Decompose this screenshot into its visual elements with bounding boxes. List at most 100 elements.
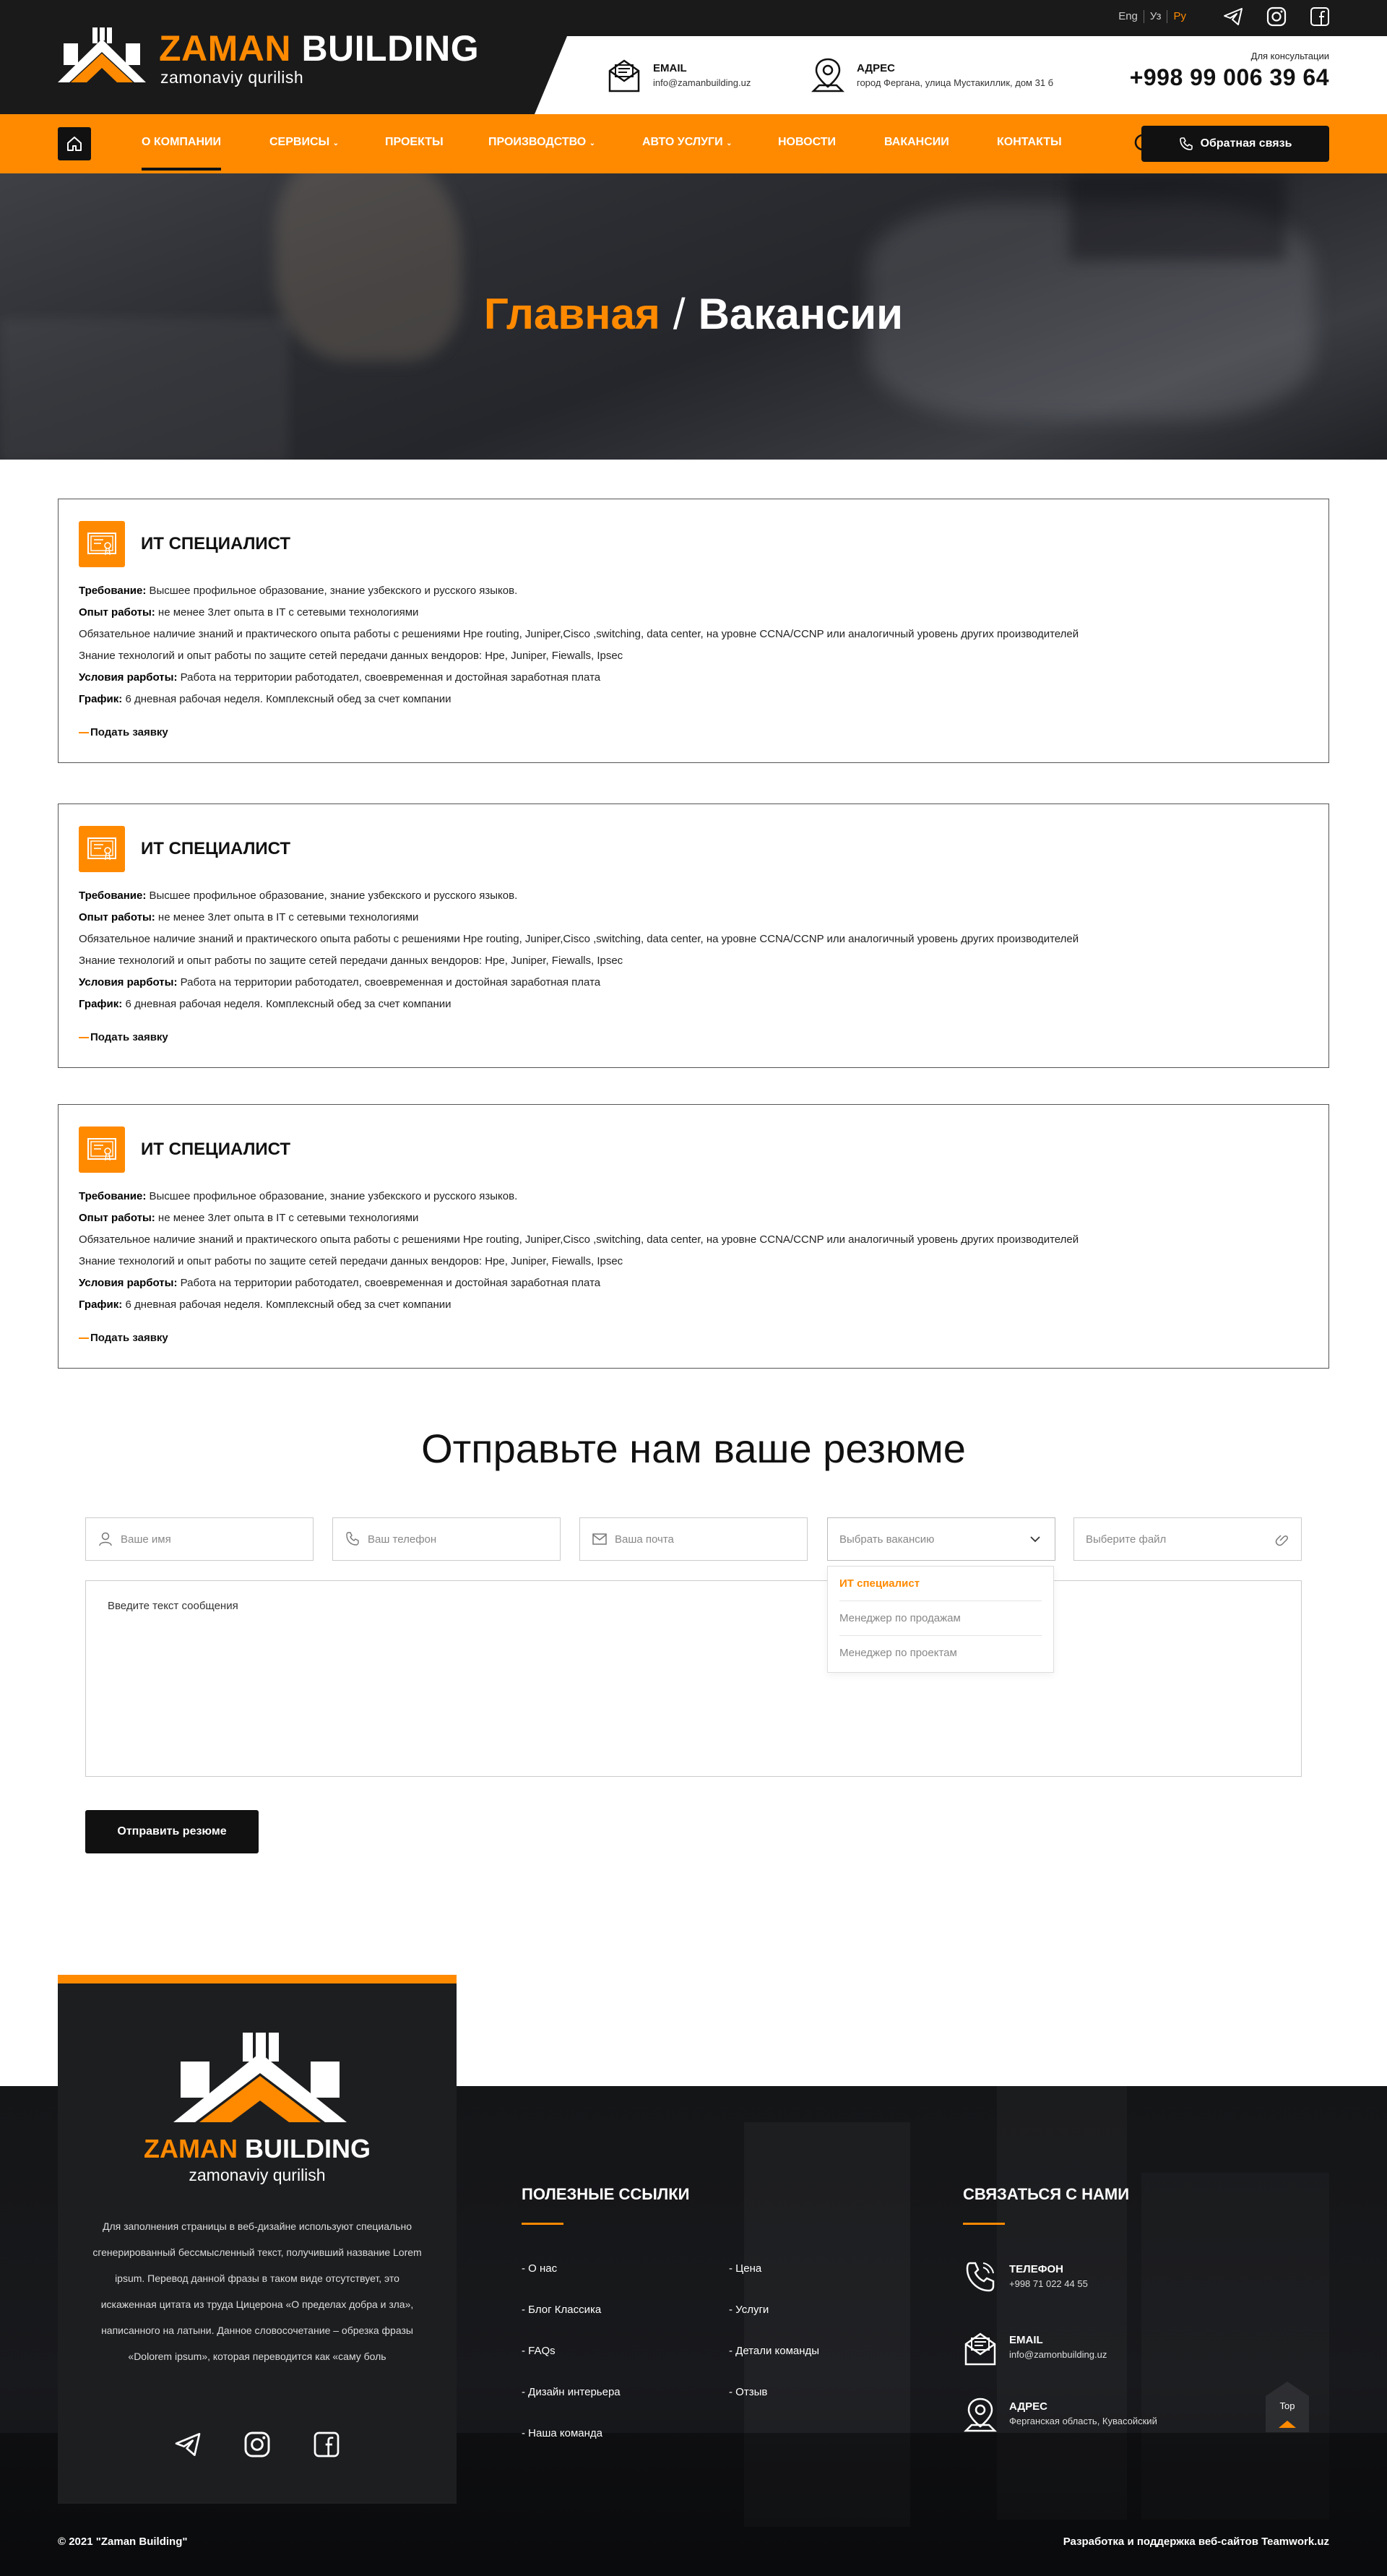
contact-value[interactable]: +998 71 022 44 55 [1009,2278,1088,2289]
developer-credit[interactable]: Разработка и поддержка веб-сайтов Teamwo… [1063,2536,1329,2548]
footer-link[interactable]: - Дизайн интерьера [522,2386,621,2398]
nav-item-about[interactable]: О компании [142,136,222,171]
vacancy-line: График: 6 дневная рабочая неделя. Компле… [79,693,451,705]
phone-field[interactable]: Ваш телефон [332,1517,561,1561]
name-placeholder: Ваше имя [121,1533,171,1546]
vacancy-select-value: Выбрать вакансию [839,1533,935,1546]
top-label: Top [1279,2400,1295,2411]
footer-link[interactable]: - Цена [729,2262,761,2275]
vacancy-icon-box [79,826,125,872]
submit-resume-button[interactable]: Отправить резюме [85,1810,259,1853]
instagram-icon[interactable] [243,2430,272,2459]
email-field[interactable]: Ваша почта [579,1517,808,1561]
certificate-icon [87,533,116,556]
footer-link[interactable]: - Наша команда [522,2427,602,2439]
vacancy-line: Обязательное наличие знаний и практическ… [79,628,1079,640]
breadcrumb-current: Вакансии [698,290,904,338]
footer-link[interactable]: - Блог Классика [522,2304,601,2316]
nav-item-production[interactable]: Производство ⌄ [488,136,595,149]
breadcrumb-home[interactable]: Главная [484,290,660,338]
nav-item-auto-services[interactable]: Авто услуги ⌄ [642,136,732,149]
dropdown-option[interactable]: ИТ специалист [839,1567,1042,1601]
contact-us-title: Связаться с нами [963,2185,1130,2203]
vacancy-line: Знание технологий и опыт работы по защит… [79,650,623,662]
name-field[interactable]: Ваше имя [85,1517,314,1561]
lang-ru[interactable]: Ру [1167,10,1192,23]
email-label: EMAIL [653,62,687,74]
address-label: АДРЕС [857,62,895,74]
mail-icon [592,1533,607,1545]
vacancy-card: ИТ СПЕЦИАЛИСТ Требование: Высшее профиль… [58,499,1329,763]
vacancy-card: ИТ СПЕЦИАЛИСТ Требование: Высшее профиль… [58,1104,1329,1369]
vacancy-title: ИТ СПЕЦИАЛИСТ [141,534,291,553]
header-address: АДРЕС город Фергана, улица Мустакиллик, … [811,56,1053,94]
vacancy-line: Условия рарботы: Работа на территории ра… [79,976,601,988]
contact-label: АДРЕС [1009,2400,1047,2413]
vacancy-line: График: 6 дневная рабочая неделя. Компле… [79,998,451,1010]
footer-about-card: ZAMAN BUILDING zamonaviy qurilish Для за… [58,1975,457,2504]
vacancy-details: Требование: Высшее профильное образовани… [79,1186,1079,1316]
footer-description: Для заполнения страницы в веб-дизайне ис… [92,2220,422,2362]
apply-link[interactable]: Подать заявку [79,1332,168,1344]
lang-eng[interactable]: Eng [1112,10,1144,23]
message-placeholder: Введите текст сообщения [108,1600,238,1612]
vacancy-icon-box [79,521,125,567]
footer-link[interactable]: - Услуги [729,2304,769,2316]
vacancy-details: Требование: Высшее профильное образовани… [79,580,1079,710]
hero-banner: Главная / Вакансии [0,173,1387,460]
vacancy-line: График: 6 дневная рабочая неделя. Компле… [79,1298,451,1311]
logo[interactable]: ZAMAN BUILDING zamonaviy qurilish [58,27,535,88]
breadcrumb: Главная / Вакансии [0,289,1387,339]
vacancy-title: ИТ СПЕЦИАЛИСТ [141,1140,291,1159]
contact-us-underline [963,2223,1005,2225]
footer-link[interactable]: - Детали команды [729,2345,819,2357]
header-phone[interactable]: Для консультации +998 99 006 39 64 [1130,51,1329,91]
apply-link[interactable]: Подать заявку [79,726,168,738]
vacancy-line: Требование: Высшее профильное образовани… [79,1190,518,1202]
instagram-icon[interactable] [1266,6,1287,27]
certificate-icon [87,837,116,861]
telegram-icon[interactable] [173,2430,202,2459]
contact-value: Ферганская область, Кувасойский [1009,2416,1157,2426]
breadcrumb-separator: / [673,290,686,338]
copyright: © 2021 "Zaman Building" [58,2536,188,2548]
nav-item-vacancies[interactable]: Вакансии [884,136,949,149]
header-email[interactable]: EMAIL info@zamanbuilding.uz [607,56,751,94]
callback-label: Обратная связь [1200,137,1292,150]
phone-number[interactable]: +998 99 006 39 64 [1130,64,1329,91]
footer-contact-phone: ТЕЛЕФОН +998 71 022 44 55 [963,2259,1088,2296]
file-field[interactable]: Выберите файл [1073,1517,1302,1561]
vacancy-select[interactable]: Выбрать вакансию [827,1517,1055,1561]
message-textarea[interactable]: Введите текст сообщения [85,1580,1302,1777]
chevron-down-icon: ⌄ [726,139,733,147]
footer-link[interactable]: - FAQs [522,2345,556,2357]
apply-link[interactable]: Подать заявку [79,1031,168,1043]
useful-links-underline [522,2223,563,2225]
header-contacts-panel: EMAIL info@zamanbuilding.uz АДРЕС город … [535,36,1387,114]
home-button[interactable] [58,127,91,160]
vacancy-line: Обязательное наличие знаний и практическ… [79,1233,1079,1246]
footer-link[interactable]: - Отзыв [729,2386,767,2398]
footer-socials [58,2430,457,2459]
vacancy-line: Условия рарботы: Работа на территории ра… [79,1277,601,1289]
facebook-icon[interactable] [1309,6,1331,27]
facebook-icon[interactable] [312,2430,341,2459]
logo-text: ZAMAN BUILDING [159,28,480,69]
telegram-icon[interactable] [1222,6,1244,27]
dropdown-option[interactable]: Менеджер по продажам [839,1601,1042,1636]
nav-item-projects[interactable]: Проекты [385,136,444,149]
vacancy-line: Опыт работы: не менее 3лет опыта в IT с … [79,1212,419,1224]
nav-item-news[interactable]: Новости [778,136,836,149]
nav-item-contacts[interactable]: Контакты [997,136,1062,149]
nav-item-services[interactable]: Сервисы ⌄ [269,136,339,149]
lang-uz[interactable]: Уз [1144,10,1168,23]
callback-button[interactable]: Обратная связь [1141,126,1329,162]
contact-value[interactable]: info@zamonbuilding.uz [1009,2349,1107,2360]
scroll-to-top-button[interactable]: Top [1266,2382,1309,2432]
footer-contact-address: АДРЕС Ферганская область, Кувасойский [963,2396,1157,2434]
footer-link[interactable]: - О нас [522,2262,557,2275]
phone-caption: Для консультации [1250,51,1329,61]
map-pin-icon [963,2398,998,2432]
dropdown-option[interactable]: Менеджер по проектам [839,1636,1042,1671]
phone-icon [1179,137,1193,150]
